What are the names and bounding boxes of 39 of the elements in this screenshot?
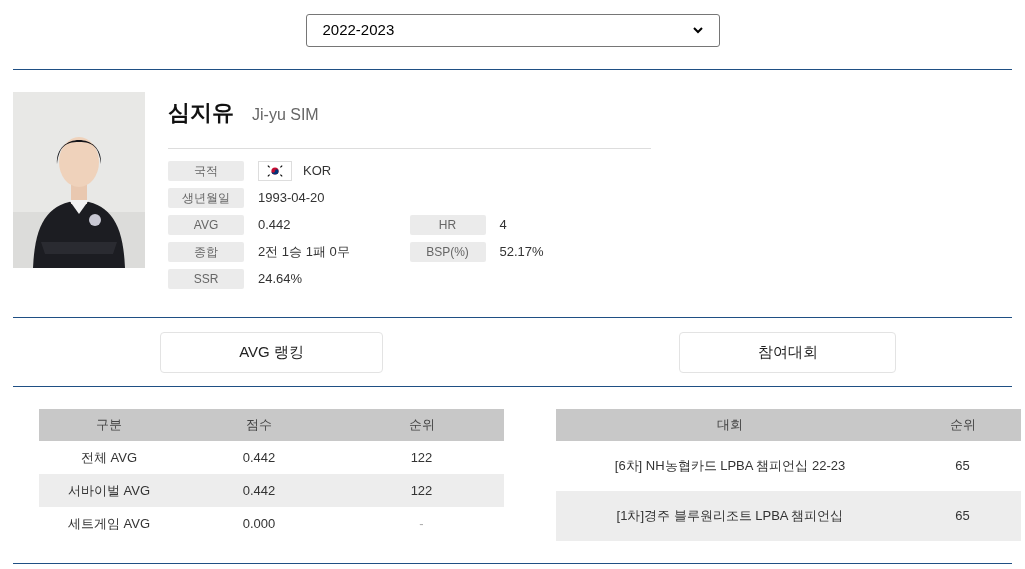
info-label: 종합 — [168, 242, 244, 262]
flag-icon — [258, 161, 292, 181]
column-header: 점수 — [245, 416, 273, 435]
info-value: 0.442 — [258, 216, 291, 235]
table-cell-text: - — [418, 514, 425, 533]
table-cell-text: 0.442 — [241, 481, 277, 500]
info-label: 국적 — [168, 161, 244, 181]
section-button[interactable]: AVG 랭킹 — [160, 331, 383, 373]
table-cell-text: 122 — [409, 448, 434, 467]
info-label: HR — [409, 215, 486, 235]
section-button[interactable]: 참여대회 — [679, 331, 896, 373]
chevron-down-icon — [692, 27, 703, 34]
table-cell-text: 65 — [954, 507, 971, 526]
info-value: 4 — [499, 216, 507, 235]
info-value: 24.64% — [258, 270, 303, 289]
player-name: 심지유 — [168, 99, 234, 127]
table-cell-text: [1차]경주 블루원리조트 LPBA 챔피언십 — [615, 507, 845, 526]
column-header: 구분 — [95, 416, 123, 435]
info-label: BSP(%) — [409, 242, 486, 262]
table-cell-text: 전체 AVG — [79, 448, 139, 467]
info-label: AVG — [168, 215, 244, 235]
info-value: 2전 1승 1패 0무 — [258, 243, 350, 262]
table-cell-text: 65 — [954, 457, 971, 476]
table-cell-text: 122 — [409, 481, 434, 500]
info-value: KOR — [303, 162, 332, 181]
column-header: 대회 — [716, 416, 744, 435]
player-name-english: Ji-yu SIM — [252, 105, 319, 125]
table-cell-text: 세트게임 AVG — [66, 514, 152, 533]
table-cell-text: 0.000 — [241, 514, 277, 533]
column-header: 순위 — [407, 416, 436, 435]
info-value: 1993-04-20 — [258, 189, 325, 208]
column-header: 순위 — [948, 416, 977, 435]
season-select[interactable]: 2022-2023 — [305, 14, 720, 47]
table-cell-text: 서바이벌 AVG — [66, 481, 152, 500]
info-value: 52.17% — [499, 243, 544, 262]
table-cell-text: [6차] NH농협카드 LPBA 챔피언십 22-23 — [613, 457, 847, 476]
info-label: SSR — [168, 269, 244, 289]
table-cell-text: 0.442 — [241, 448, 277, 467]
info-label: 생년월일 — [168, 188, 244, 208]
